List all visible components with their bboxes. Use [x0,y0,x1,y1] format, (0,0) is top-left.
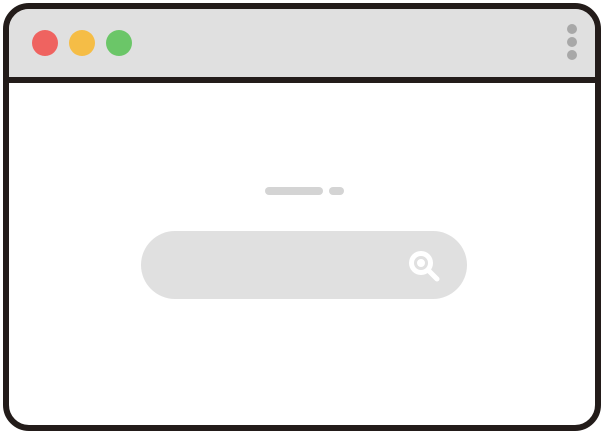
logo-placeholder-dash [329,187,344,195]
menu-dot [567,37,577,47]
menu-dot [567,24,577,34]
title-bar [9,9,595,83]
search-bar[interactable] [141,231,467,301]
search-icon [409,251,440,282]
search-button[interactable] [407,249,441,283]
menu-dot [567,50,577,60]
logo-placeholder-line [265,187,323,195]
browser-window [3,3,601,431]
kebab-menu-icon[interactable] [565,22,579,62]
search-input[interactable] [165,231,399,301]
minimize-window-button[interactable] [69,30,95,56]
close-window-button[interactable] [32,30,58,56]
maximize-window-button[interactable] [106,30,132,56]
